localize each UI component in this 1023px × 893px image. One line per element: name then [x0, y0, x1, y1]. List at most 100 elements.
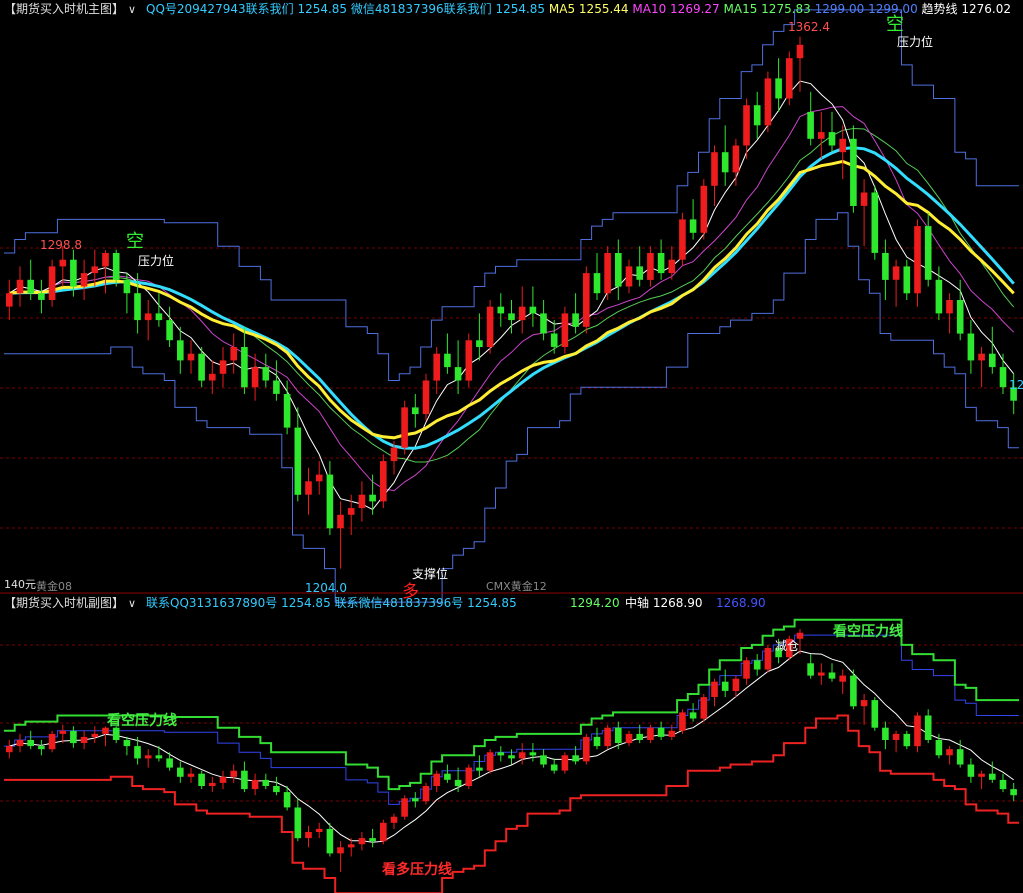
- main-candle-50: [540, 313, 547, 334]
- main-candle-5: [59, 259, 67, 267]
- sub-candle-93: [999, 779, 1007, 790]
- main-candle-0: [6, 293, 13, 307]
- sub-candle-42: [454, 779, 462, 786]
- main-candle-30: [326, 474, 334, 529]
- sub-candle-6: [70, 730, 77, 744]
- sub-candle-24: [262, 779, 270, 786]
- main-candle-19: [209, 373, 216, 381]
- sub-ind-2-value: 1294.20: [570, 596, 620, 610]
- main-candle-32: [347, 508, 355, 515]
- main-candle-49: [529, 306, 537, 314]
- main-candle-63: [679, 219, 686, 260]
- main-candle-66: [711, 152, 718, 186]
- main-candle-78: [839, 138, 846, 153]
- sub-candle-56: [604, 727, 611, 747]
- main-ind-0-label: QQ号209427943联系我们: [146, 1, 294, 16]
- main-candle-21: [230, 347, 237, 361]
- sub-candle-79: [850, 675, 857, 707]
- main-candle-45: [486, 306, 494, 347]
- main-ind-7-value: 1276.02: [961, 2, 1011, 16]
- main-title-dropdown-icon[interactable]: ∨: [128, 3, 136, 16]
- sub-candle-59: [636, 733, 643, 740]
- sub-candle-78: [839, 675, 846, 682]
- main-candle-31: [337, 514, 344, 529]
- sub-candle-91: [978, 773, 985, 777]
- main-candle-43: [465, 340, 473, 381]
- sub-candle-18: [198, 773, 205, 786]
- main-candle-33: [358, 494, 366, 509]
- sub-title-dropdown-icon[interactable]: ∨: [128, 597, 136, 610]
- main-candle-47: [508, 313, 515, 321]
- sub-candle-50: [540, 755, 547, 765]
- main-candle-58: [625, 266, 633, 287]
- sub-candle-67: [721, 681, 729, 691]
- main-candle-59: [636, 266, 643, 280]
- contract-label-1: 黄金08: [36, 579, 72, 593]
- support-label: 支撑位: [412, 566, 448, 581]
- sub-candle-52: [561, 755, 569, 771]
- sub-candle-74: [796, 632, 804, 639]
- main-ind-3-value: 1269.27: [670, 2, 720, 16]
- sub-candle-66: [711, 681, 718, 697]
- main-candle-68: [732, 145, 740, 173]
- main-candle-85: [914, 226, 921, 294]
- main-candle-55: [593, 273, 601, 294]
- sub-candle-8: [91, 733, 99, 737]
- main-candle-88: [946, 300, 953, 314]
- sub-candle-62: [668, 730, 676, 737]
- main-candle-36: [390, 447, 398, 462]
- sub-candle-4: [48, 733, 56, 750]
- main-candle-53: [572, 313, 579, 327]
- sub-ind-3-label: 中轴: [625, 595, 649, 610]
- sub-candle-83: [892, 733, 900, 740]
- sub-title[interactable]: 【期货买入时机副图】: [4, 595, 124, 610]
- kong-signal-1: 空: [126, 231, 144, 252]
- main-candle-86: [924, 226, 932, 280]
- sub-candle-51: [550, 764, 558, 771]
- low-price-label: 1204.0: [305, 581, 347, 595]
- main-candle-72: [775, 78, 782, 99]
- sub-candle-70: [753, 660, 761, 670]
- main-ind-4-label: MA15: [724, 2, 758, 16]
- main-candle-54: [583, 273, 590, 327]
- sub-ind-0-value: 1254.85: [281, 596, 331, 610]
- sub-candle-25: [273, 786, 280, 793]
- sub-candle-64: [689, 712, 697, 719]
- main-candle-2: [27, 279, 34, 294]
- sub-ind-0-label: 联系QQ3131637890号: [146, 596, 277, 610]
- sub-candle-10: [112, 727, 120, 740]
- main-title[interactable]: 【期货买入时机主图】: [4, 1, 124, 16]
- sub-candle-54: [583, 736, 590, 762]
- sub-candle-32: [347, 844, 355, 848]
- main-candle-48: [518, 306, 526, 321]
- sub-candle-34: [369, 838, 376, 842]
- main-candle-6: [70, 259, 77, 287]
- sub-candle-75: [807, 663, 814, 676]
- sub-candle-61: [657, 727, 665, 737]
- sub-candle-7: [80, 736, 88, 743]
- main-candle-20: [219, 360, 227, 374]
- main-candle-16: [177, 340, 184, 361]
- main-ind-7-label: 趋势线: [922, 2, 958, 16]
- main-candle-61: [657, 253, 665, 274]
- sub-candle-5: [59, 730, 67, 734]
- main-candle-56: [604, 253, 611, 294]
- main-candle-24: [262, 367, 270, 381]
- sub-candle-35: [380, 822, 387, 842]
- peak-price-label: 1362.4: [788, 20, 830, 34]
- sub-candle-90: [967, 764, 975, 777]
- sub-candle-33: [358, 838, 366, 845]
- main-candle-18: [198, 353, 205, 381]
- sub-candle-47: [508, 755, 515, 759]
- main-candle-15: [166, 320, 173, 341]
- main-ind-2-value: 1255.44: [579, 2, 629, 16]
- main-ind-1-label: 微信481837396联系我们: [351, 1, 492, 16]
- main-candle-23: [251, 367, 259, 388]
- sub-candle-19: [209, 782, 216, 786]
- main-candle-76: [818, 132, 825, 139]
- sub-candle-41: [444, 773, 451, 780]
- sub-candle-31: [337, 847, 344, 854]
- sub-indicator-legend: 联系QQ3131637890号 1254.85 联系微信481837396号 1…: [146, 596, 517, 610]
- sub-candle-0: [6, 746, 13, 753]
- sub-candle-30: [326, 828, 334, 854]
